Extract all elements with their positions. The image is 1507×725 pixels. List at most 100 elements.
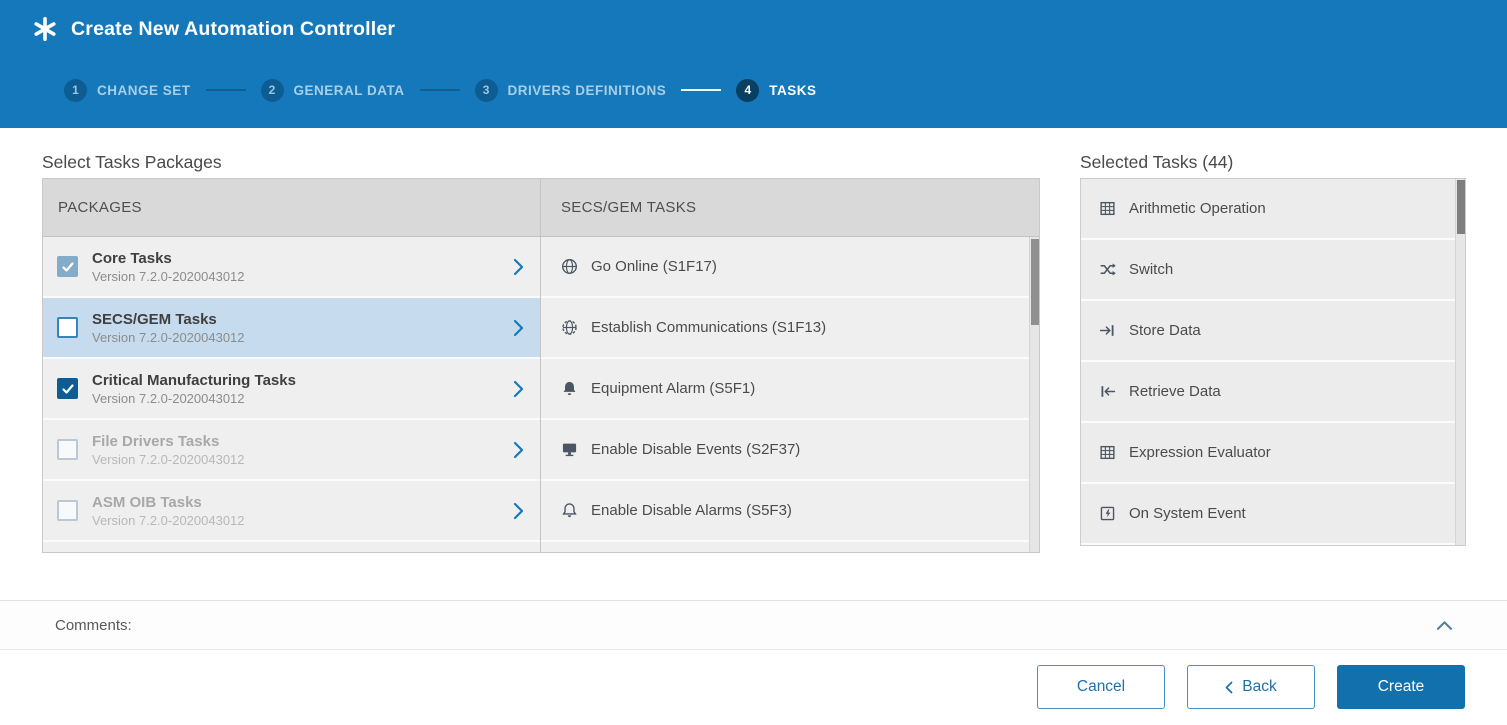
column-header-secs-gem-tasks: SECS/GEM TASKS [540,179,1039,236]
task-label: Establish Communications (S1F13) [591,319,826,336]
comments-label: Comments: [55,617,132,634]
package-row-critical-manufacturing-tasks[interactable]: Critical Manufacturing Tasks Version 7.2… [43,359,540,420]
selected-task-label: Expression Evaluator [1129,444,1271,461]
task-row-enable-disable-alarms[interactable]: Enable Disable Alarms (S5F3) [541,481,1039,542]
tasks-scrollbar-thumb[interactable] [1031,239,1039,325]
task-label: Equipment Alarm (S5F1) [591,380,755,397]
buttons-bar: Cancel Back Create [0,650,1507,724]
package-version: Version 7.2.0-2020043012 [92,452,245,467]
task-row-equipment-alarm[interactable]: Equipment Alarm (S5F1) [541,359,1039,420]
selected-task-store-data[interactable]: Store Data [1081,301,1465,362]
selected-task-on-system-event[interactable]: On System Event [1081,484,1465,545]
page-title: Create New Automation Controller [71,18,395,41]
cancel-button[interactable]: Cancel [1037,665,1165,709]
selected-task-label: On System Event [1129,505,1246,522]
comments-bar: Comments: [0,600,1507,650]
step-general-data[interactable]: 2 GENERAL DATA [261,79,405,102]
checkbox-file-drivers-tasks[interactable] [57,439,78,460]
checkbox-critical-manufacturing-tasks[interactable] [57,378,78,399]
package-version: Version 7.2.0-2020043012 [92,391,296,406]
package-name: ASM OIB Tasks [92,494,245,511]
retrieve-data-icon [1099,383,1116,400]
chevron-right-icon[interactable] [513,319,528,337]
package-row-partial [43,542,540,552]
package-version: Version 7.2.0-2020043012 [92,269,245,284]
table-body: Core Tasks Version 7.2.0-2020043012 SECS… [43,237,1039,552]
chevron-left-icon [1225,681,1233,694]
task-row-partial [541,542,1039,552]
selected-tasks-title: Selected Tasks (44) [1080,152,1233,173]
task-row-go-online[interactable]: Go Online (S1F17) [541,237,1039,298]
step-tasks[interactable]: 4 TASKS [736,79,816,102]
chevron-right-icon[interactable] [513,380,528,398]
store-data-icon [1099,322,1116,339]
back-button[interactable]: Back [1187,665,1315,709]
select-tasks-packages-title: Select Tasks Packages [42,152,222,173]
package-text: Core Tasks Version 7.2.0-2020043012 [92,250,245,284]
package-name: File Drivers Tasks [92,433,245,450]
selected-tasks-list: Arithmetic Operation Switch Store Data R… [1080,178,1466,546]
wizard-header: Create New Automation Controller 1 CHANG… [0,0,1507,128]
back-button-label: Back [1242,678,1276,696]
table-header: PACKAGES SECS/GEM TASKS [43,179,1039,237]
package-text: File Drivers Tasks Version 7.2.0-2020043… [92,433,245,467]
title-row: Create New Automation Controller [33,17,395,41]
checkbox-secs-gem-tasks[interactable] [57,317,78,338]
package-version: Version 7.2.0-2020043012 [92,330,245,345]
chevron-up-icon[interactable] [1432,616,1457,635]
package-text: Critical Manufacturing Tasks Version 7.2… [92,372,296,406]
package-version: Version 7.2.0-2020043012 [92,513,245,528]
create-button[interactable]: Create [1337,665,1465,709]
selected-task-arithmetic-operation[interactable]: Arithmetic Operation [1081,179,1465,240]
selected-task-switch[interactable]: Switch [1081,240,1465,301]
step-connector [420,89,460,91]
package-row-core-tasks[interactable]: Core Tasks Version 7.2.0-2020043012 [43,237,540,298]
task-label: Enable Disable Events (S2F37) [591,441,800,458]
selected-task-label: Switch [1129,261,1173,278]
task-row-establish-communications[interactable]: Establish Communications (S1F13) [541,298,1039,359]
table-grid-icon [1099,444,1116,461]
selected-task-retrieve-data[interactable]: Retrieve Data [1081,362,1465,423]
selected-task-label: Store Data [1129,322,1201,339]
chevron-right-icon[interactable] [513,258,528,276]
task-row-enable-disable-events[interactable]: Enable Disable Events (S2F37) [541,420,1039,481]
tasks-scrollbar[interactable] [1029,237,1039,552]
selected-task-label: Arithmetic Operation [1129,200,1266,217]
step-2-circle: 2 [261,79,284,102]
package-name: Core Tasks [92,250,245,267]
package-row-file-drivers-tasks[interactable]: File Drivers Tasks Version 7.2.0-2020043… [43,420,540,481]
selected-tasks-scrollbar-thumb[interactable] [1457,180,1465,234]
monitor-icon [561,441,578,458]
footer: Comments: Cancel Back Create [0,600,1507,725]
globe-icon [561,258,578,275]
step-1-label: CHANGE SET [97,83,191,98]
task-label: Go Online (S1F17) [591,258,717,275]
globe-network-icon [561,319,578,336]
task-label: Enable Disable Alarms (S5F3) [591,502,792,519]
packages-column: Core Tasks Version 7.2.0-2020043012 SECS… [43,237,540,552]
package-row-secs-gem-tasks[interactable]: SECS/GEM Tasks Version 7.2.0-2020043012 [43,298,540,359]
selected-task-expression-evaluator[interactable]: Expression Evaluator [1081,423,1465,484]
step-connector [206,89,246,91]
system-event-icon [1099,505,1116,522]
step-change-set[interactable]: 1 CHANGE SET [64,79,191,102]
bell-icon [561,502,578,519]
table-grid-icon [1099,200,1116,217]
selected-tasks-scrollbar[interactable] [1455,179,1465,545]
create-button-label: Create [1378,678,1425,696]
package-text: SECS/GEM Tasks Version 7.2.0-2020043012 [92,311,245,345]
package-row-asm-oib-tasks[interactable]: ASM OIB Tasks Version 7.2.0-2020043012 [43,481,540,542]
package-name: Critical Manufacturing Tasks [92,372,296,389]
step-3-label: DRIVERS DEFINITIONS [508,83,667,98]
chevron-right-icon[interactable] [513,502,528,520]
tasks-column: Go Online (S1F17) Establish Communicatio… [540,237,1039,552]
asterisk-icon [33,17,57,41]
selected-task-label: Retrieve Data [1129,383,1221,400]
step-3-circle: 3 [475,79,498,102]
chevron-right-icon[interactable] [513,441,528,459]
package-name: SECS/GEM Tasks [92,311,245,328]
checkbox-asm-oib-tasks[interactable] [57,500,78,521]
step-drivers-definitions[interactable]: 3 DRIVERS DEFINITIONS [475,79,667,102]
package-text: ASM OIB Tasks Version 7.2.0-2020043012 [92,494,245,528]
checkbox-core-tasks[interactable] [57,256,78,277]
